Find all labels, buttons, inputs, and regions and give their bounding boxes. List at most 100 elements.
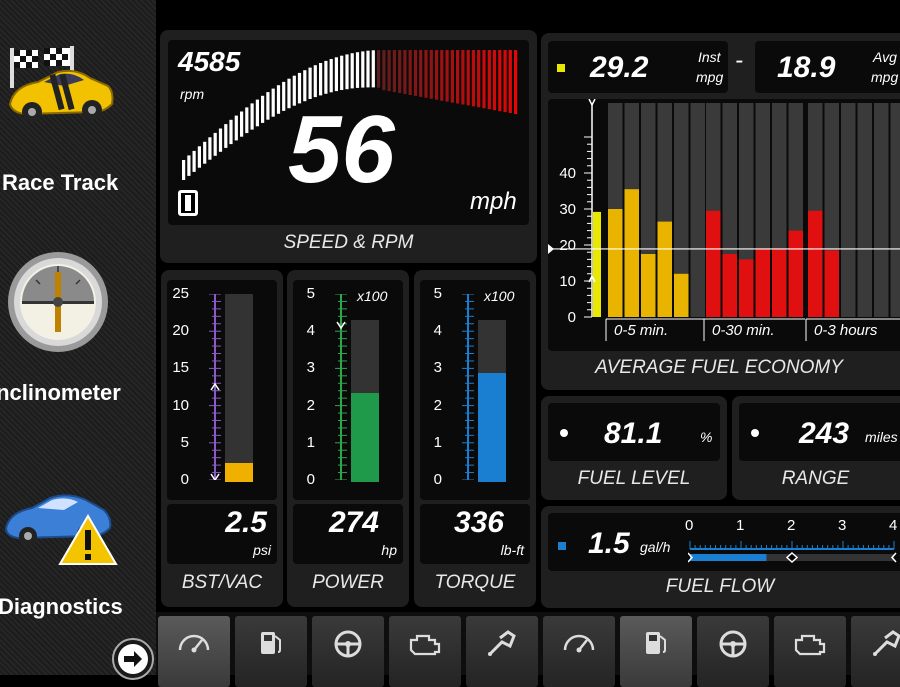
range-unit: miles [865,429,898,445]
rpm-bar [198,146,201,167]
torque-gauge: 543210 x100 [420,280,530,500]
power-scale-label: 2 [295,397,315,414]
fuel-economy-y-tick: 10 [559,273,576,290]
gauge-tab[interactable] [312,616,384,687]
rpm-bar [498,50,501,111]
fuel-flow-marker [558,542,566,550]
fuel-level-unit: % [700,429,712,445]
power-scale-label: 5 [295,285,315,302]
gauge-tab[interactable] [389,616,461,687]
rpm-bar [424,50,427,98]
avg-mpg-label: Avg [873,49,897,65]
rpm-bar [514,50,517,114]
inclinometer-icon [6,250,110,354]
boost-scale-label: 15 [169,359,189,376]
boost-scale-label: 0 [169,471,189,488]
gauge-tab[interactable] [543,616,615,687]
sidebar-item-race-track[interactable]: Race Track [0,0,156,210]
sidebar: Race Track Inclinometer Diag [0,0,156,675]
torque-bar-track [478,320,506,482]
fuel-economy-bar [808,211,823,317]
gauge-tab[interactable] [620,616,692,687]
boost-scale-label: 10 [169,397,189,414]
avg-mpg-readout: 18.9 Avg mpg [755,41,900,93]
fuel-flow-scale-label: 4 [889,517,897,534]
fuel-economy-chart: 4030201000-5 min.0-30 min.0-3 hours [548,99,900,351]
rpm-bar [482,50,485,108]
fuel-economy-panel[interactable]: 29.2 Inst mpg - 18.9 Avg mpg 4030201000-… [541,33,900,390]
torque-bar-fill [478,373,506,482]
rpm-bar [266,92,269,120]
rpm-bar [187,155,190,176]
range-value: 243 [799,417,849,451]
next-page-button[interactable] [112,638,154,680]
sidebar-item-label: Diagnostics [0,594,123,620]
fuel-economy-bar [674,274,689,317]
power-bar-track [351,320,379,482]
power-scale-label: 4 [295,322,315,339]
boost-panel[interactable]: 2520151050 2.5 psi BST/VAC [161,270,283,607]
rpm-bar [472,50,475,106]
gauge-tab-bar [156,612,900,675]
torque-unit: lb-ft [501,542,524,558]
gauge-tab[interactable] [851,616,900,687]
torque-value: 336 [454,506,504,540]
torque-panel[interactable]: 543210 x100 336 lb-ft TORQUE [414,270,536,607]
inst-mpg-unit: mpg [696,69,723,85]
gauge-tab[interactable] [697,616,769,687]
fuel-economy-bar [739,259,754,317]
rpm-bar [409,50,412,95]
torque-scale-label: 4 [422,322,442,339]
gear-indicator: 0 [178,190,198,216]
fuel-flow-panel[interactable]: 1.5 gal/h 01234 FUEL FLOW [541,506,900,608]
rpm-bar [467,50,470,105]
fuel-level-value: 81.1 [604,417,662,451]
rpm-bar [351,53,354,88]
torque-scale [460,294,480,480]
power-scale-label: 1 [295,434,315,451]
rpm-value: 4585 [178,46,240,78]
boost-gauge: 2520151050 [167,280,277,500]
rpm-bar [461,50,464,105]
inst-mpg-marker [557,64,565,72]
rpm-bar [245,107,248,133]
fuel-economy-bar [723,254,738,317]
gauge-tab[interactable] [235,616,307,687]
avg-mpg-unit: mpg [871,69,898,85]
sidebar-item-inclinometer[interactable]: Inclinometer [0,230,156,420]
range-marker [751,429,759,437]
fuel-economy-bar [825,250,840,317]
sidebar-item-diagnostics[interactable]: Diagnostics [0,460,156,635]
fuel-flow-caption: FUEL FLOW [533,576,900,598]
rpm-bar [451,50,454,103]
fuel-pump-icon [634,624,678,664]
rpm-bar [446,50,449,102]
rpm-bar [488,50,491,109]
power-panel[interactable]: 543210 x100 274 hp POWER [287,270,409,607]
gauge-tab[interactable] [774,616,846,687]
rpm-bar [324,61,327,94]
boost-readout: 2.5 psi [167,504,277,564]
rpm-bar [235,116,238,141]
boost-bar-track [225,294,253,482]
boost-scale [207,294,227,480]
fuel-nozzle-icon [480,624,524,664]
torque-scale-label: 2 [422,397,442,414]
rpm-bar [203,142,206,164]
rpm-bar [435,50,438,100]
gauge-tab[interactable] [158,616,230,687]
rpm-bar [414,50,417,96]
torque-scale-label: 1 [422,434,442,451]
fuel-pump-icon [249,624,293,664]
fuel-level-caption: FUEL LEVEL [541,468,727,490]
range-panel[interactable]: 243 miles RANGE [732,396,900,500]
fuel-economy-bar [658,222,673,317]
rpm-bar [282,82,285,111]
rpm-bar [219,129,222,152]
fuel-level-panel[interactable]: 81.1 % FUEL LEVEL [541,396,727,500]
gauge-tab[interactable] [466,616,538,687]
speed-rpm-panel[interactable]: 4585 rpm 56 mph 0 SPEED & RPM [160,30,537,263]
fuel-economy-bar [789,231,804,317]
speed-rpm-caption: SPEED & RPM [160,232,537,254]
rpm-bar [403,50,406,94]
